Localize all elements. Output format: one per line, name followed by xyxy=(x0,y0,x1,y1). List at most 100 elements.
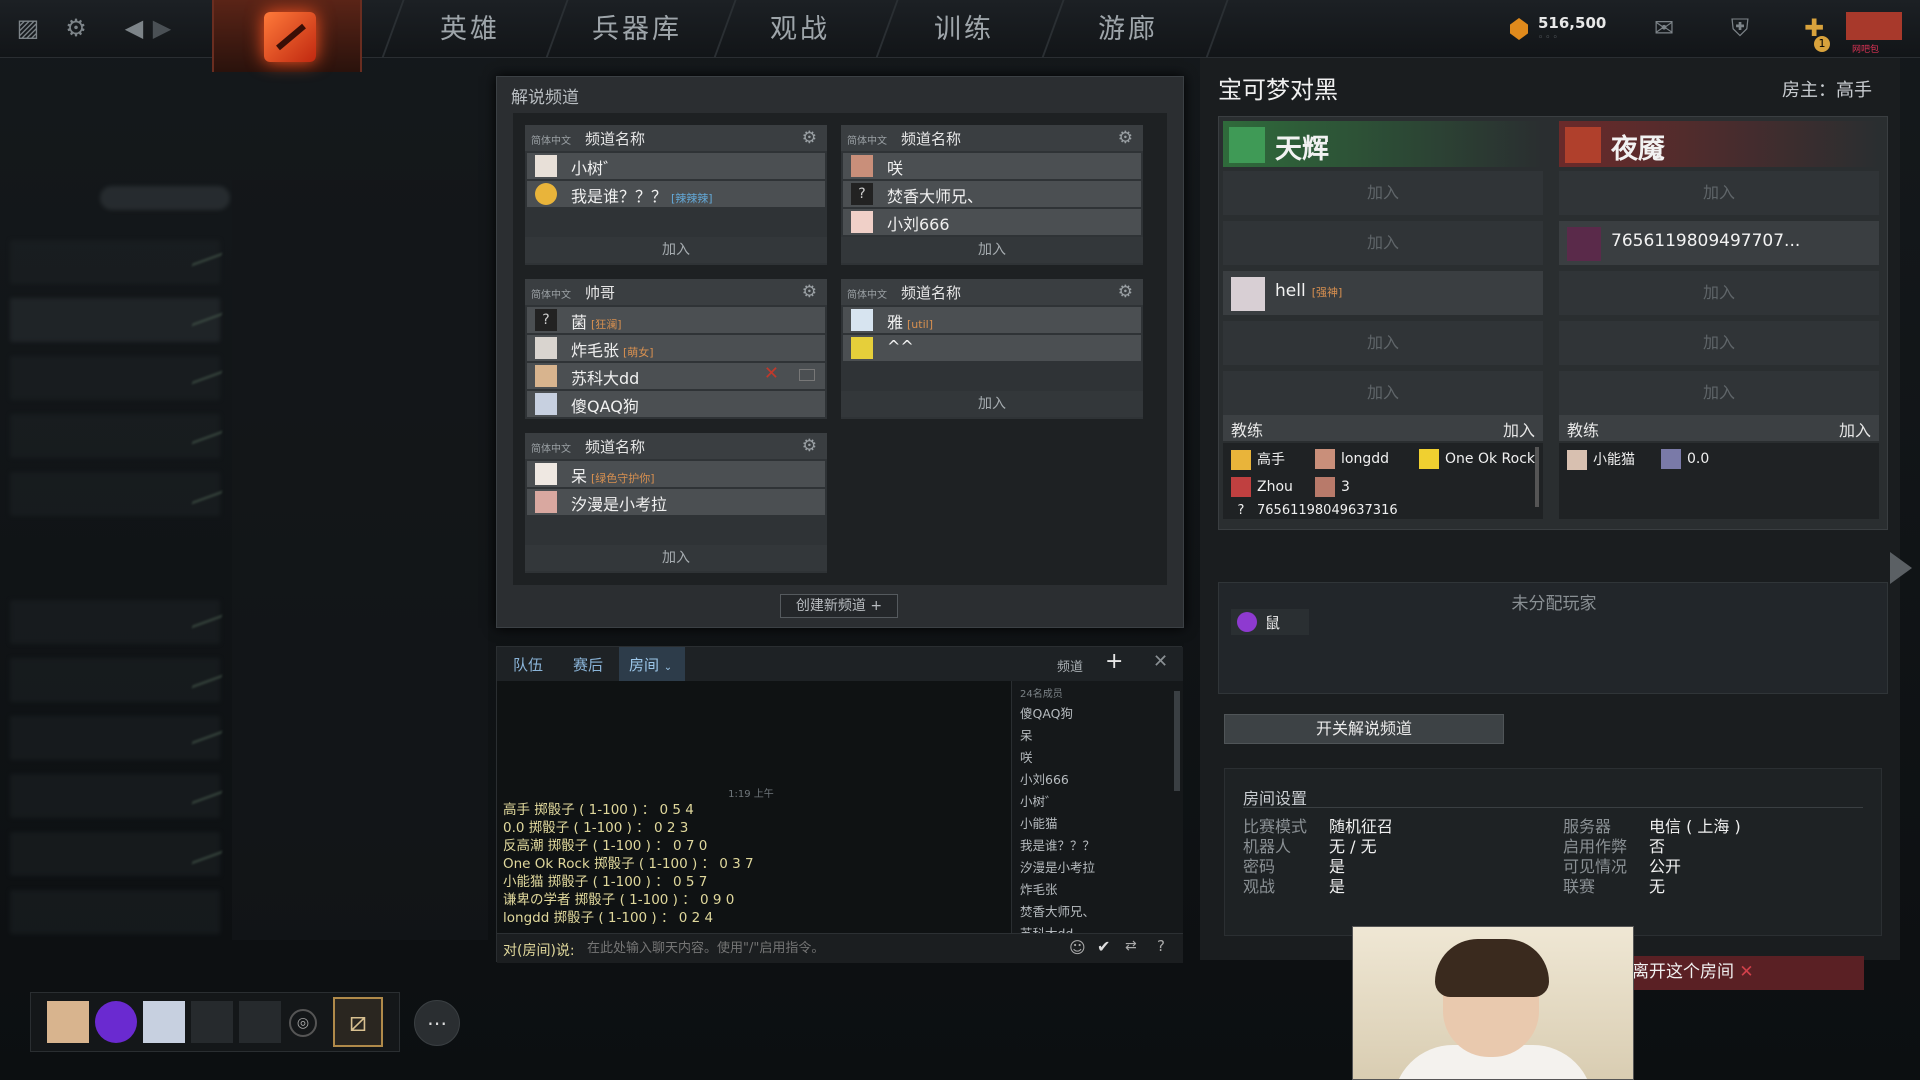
chat-tab-room[interactable]: 房间 ⌄ xyxy=(619,647,685,681)
channel-member[interactable]: 傻QAQ狗 xyxy=(527,391,825,417)
member-list-item[interactable]: 炸毛张 xyxy=(1020,879,1058,898)
channel-language: 简体中文 xyxy=(847,136,887,147)
channel-member[interactable]: 小树゛ xyxy=(527,153,825,179)
channel-member[interactable]: ^^ xyxy=(843,335,1141,361)
headset-icon[interactable]: ◎ xyxy=(289,1009,317,1037)
member-list-item[interactable]: 汐漫是小考拉 xyxy=(1020,857,1095,876)
empty-party-slot[interactable] xyxy=(191,1001,233,1043)
rank-medal-icon[interactable]: ⧄ xyxy=(333,997,383,1047)
member-list-item[interactable]: 小能猫 xyxy=(1020,813,1058,832)
channel-member[interactable]: 汐漫是小考拉 xyxy=(527,489,825,515)
coach-join-button[interactable]: 加入 xyxy=(1839,417,1871,441)
party-menu-icon[interactable]: ⋯ xyxy=(414,1000,460,1046)
armory-shield-icon[interactable]: ⛨ xyxy=(1726,14,1754,42)
channel-label[interactable]: 频道 xyxy=(1057,656,1083,675)
gear-icon[interactable]: ⚙ xyxy=(802,282,817,302)
nav-tab-watch[interactable]: 观战 xyxy=(770,8,830,52)
member-list-item[interactable]: 咲 xyxy=(1020,747,1033,766)
coach-item[interactable]: longdd xyxy=(1315,449,1389,471)
forward-arrow-icon[interactable]: ▶ xyxy=(148,14,176,42)
radiant-slot-join[interactable]: 加入 xyxy=(1223,371,1543,415)
radiant-slot-player[interactable]: hell [强神] xyxy=(1223,271,1543,315)
nav-tab-arcade[interactable]: 游廊 xyxy=(1098,8,1158,52)
camera-icon[interactable] xyxy=(799,369,815,381)
join-channel-button[interactable]: 加入 xyxy=(841,237,1143,263)
chat-line: 小能猫 掷骰子 ( 1-100 ) ： 0 5 7 xyxy=(503,874,708,890)
empty-party-slot[interactable] xyxy=(239,1001,281,1043)
coach-item[interactable]: 小能猫 xyxy=(1567,449,1635,471)
back-arrow-icon[interactable]: ◀ xyxy=(120,14,148,42)
dire-slot-join[interactable]: 加入 xyxy=(1559,271,1879,315)
avatar xyxy=(1231,477,1251,497)
radiant-slot-join[interactable]: 加入 xyxy=(1223,171,1543,215)
channel-member[interactable]: 呆 [绿色守护你] xyxy=(527,461,825,487)
mail-icon[interactable]: ✉ xyxy=(1650,14,1678,42)
channel-member[interactable]: 苏科大dd ✕ xyxy=(527,363,825,389)
leave-room-button[interactable]: 离开这个房间 ✕ xyxy=(1620,956,1864,990)
gear-icon[interactable]: ⚙ xyxy=(1118,128,1133,148)
member-list-item[interactable]: 我是谁？？？ xyxy=(1020,835,1095,854)
join-channel-button[interactable]: 加入 xyxy=(525,237,827,263)
coach-list-scrollbar[interactable] xyxy=(1535,447,1539,507)
add-channel-icon[interactable]: + xyxy=(1105,649,1123,674)
close-icon[interactable]: ✕ xyxy=(1153,651,1168,672)
channel-member[interactable]: 炸毛张 [萌女] xyxy=(527,335,825,361)
nav-tab-heroes[interactable]: 英雄 xyxy=(440,8,500,52)
party-avatar[interactable] xyxy=(95,1001,137,1043)
dire-slot-join[interactable]: 加入 xyxy=(1559,371,1879,415)
member-list-item[interactable]: 小树゛ xyxy=(1020,791,1058,810)
avatar xyxy=(535,463,557,485)
nav-tab-armory[interactable]: 兵器库 xyxy=(592,8,682,52)
coach-item[interactable]: 高手 xyxy=(1231,449,1285,471)
chat-tab-postgame[interactable]: 赛后 xyxy=(573,654,603,675)
create-channel-button[interactable]: 创建新频道 + xyxy=(780,594,898,618)
nav-tab-learn[interactable]: 训练 xyxy=(934,8,994,52)
profile-avatar[interactable] xyxy=(1846,12,1902,40)
channel-member[interactable]: 小刘666 xyxy=(843,209,1141,235)
channel-member[interactable]: 雅 [util] xyxy=(843,307,1141,333)
unassigned-player[interactable]: 鼠 xyxy=(1231,609,1309,635)
radiant-slot-join[interactable]: 加入 xyxy=(1223,221,1543,265)
member-list-item[interactable]: 苏科大dd xyxy=(1020,923,1073,933)
gear-icon[interactable]: ⚙ xyxy=(802,436,817,456)
channel-member[interactable]: 我是谁？？？ [辣辣辣] xyxy=(527,181,825,207)
chat-input[interactable] xyxy=(587,937,1047,959)
coach-name: 3 xyxy=(1341,479,1350,495)
join-channel-button[interactable]: 加入 xyxy=(525,545,827,571)
party-avatar[interactable] xyxy=(143,1001,185,1043)
gear-icon[interactable]: ⚙ xyxy=(1118,282,1133,302)
join-channel-button[interactable]: 加入 xyxy=(841,391,1143,417)
member-list-item[interactable]: 呆 xyxy=(1020,725,1033,744)
coach-item[interactable]: 0.0 xyxy=(1661,449,1709,471)
member-list-item[interactable]: 焚香大师兄、 xyxy=(1020,901,1095,920)
coach-item[interactable]: One Ok Rock xyxy=(1419,449,1535,471)
member-list-item[interactable]: 小刘666 xyxy=(1020,769,1069,788)
kick-icon[interactable]: ✕ xyxy=(764,363,779,384)
radiant-slot-join[interactable]: 加入 xyxy=(1223,321,1543,365)
channel-member[interactable]: 咲 xyxy=(843,153,1141,179)
coach-item[interactable]: Zhou xyxy=(1231,477,1293,499)
dashboard-icon[interactable]: ▨ xyxy=(14,14,42,42)
checkmark-icon[interactable]: ✔ xyxy=(1097,937,1110,956)
channel-header: 简体中文 频道名称 ⚙ xyxy=(525,125,827,151)
dire-slot-join[interactable]: 加入 xyxy=(1559,171,1879,215)
translate-icon[interactable]: ⇄ xyxy=(1125,938,1137,954)
channel-member[interactable]: ? 焚香大师兄、 xyxy=(843,181,1141,207)
dire-slot-player[interactable]: 7656119809497707... xyxy=(1559,221,1879,265)
expand-arrow-icon[interactable] xyxy=(1890,552,1912,584)
channel-member[interactable]: ? 菌 [狂澜] xyxy=(527,307,825,333)
gear-icon[interactable]: ⚙ xyxy=(62,14,90,42)
room-settings: 房间设置 比赛模式 随机征召 机器人无 / 无 密码是 观战是 服务器 电信 ( 上… xyxy=(1224,768,1882,936)
coach-item[interactable]: ? 76561198049637316 xyxy=(1231,503,1398,525)
help-icon[interactable]: ? xyxy=(1157,937,1165,955)
dire-slot-join[interactable]: 加入 xyxy=(1559,321,1879,365)
coach-item[interactable]: 3 xyxy=(1315,477,1350,499)
member-list-scrollbar[interactable] xyxy=(1174,691,1180,791)
gear-icon[interactable]: ⚙ xyxy=(802,128,817,148)
toggle-commentary-button[interactable]: 开关解说频道 xyxy=(1224,714,1504,744)
emoji-icon[interactable]: ☺ xyxy=(1069,938,1086,957)
coach-join-button[interactable]: 加入 xyxy=(1503,417,1535,441)
chat-tab-team[interactable]: 队伍 xyxy=(513,654,543,675)
party-avatar[interactable] xyxy=(47,1001,89,1043)
member-list-item[interactable]: 傻QAQ狗 xyxy=(1020,703,1073,722)
